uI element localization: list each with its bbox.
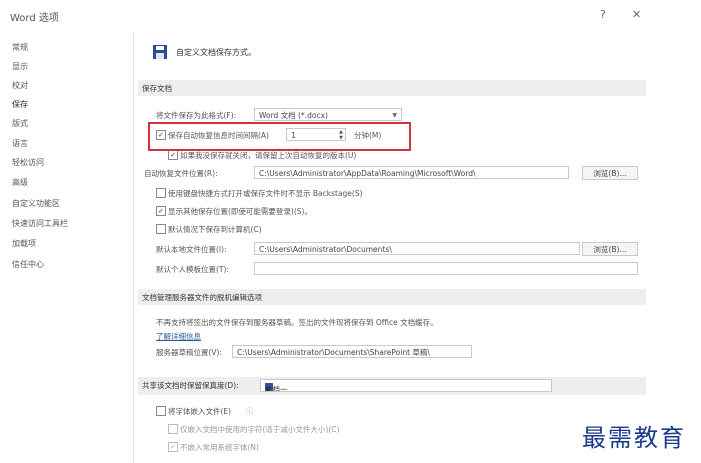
embed-fonts-row: 将字体嵌入文件(E) ⓘ [156, 404, 626, 418]
offline-description: 不再支持将签出的文件保存到服务器草稿。签出的文件现将保存到 Office 文档缓… [156, 318, 438, 327]
save-icon [152, 44, 168, 60]
section-title: 共享该文档时保留保真度(D): [142, 381, 239, 390]
highlight-box [148, 122, 411, 151]
no-common-fonts-label: 不嵌入常用系统字体(N) [180, 443, 259, 452]
learn-more-link[interactable]: 了解详细信息 [156, 331, 201, 342]
default-local-value: C:\Users\Administrator\Documents\ [259, 245, 392, 254]
sidebar-item-addins[interactable]: 加载项 [12, 238, 36, 249]
autorecover-path-row: 自动恢复文件位置(R): C:\Users\Administrator\AppD… [144, 166, 644, 180]
help-button[interactable]: ? [600, 8, 606, 21]
save-to-computer-row: 默认情况下保存到计算机(C) [156, 222, 626, 236]
keep-last-label: 如果我没保存就关闭，请保留上次自动恢复的版本(U) [180, 151, 357, 160]
no-common-fonts-row: ✓ 不嵌入常用系统字体(N) [168, 440, 628, 454]
personal-templates-row: 默认个人模板位置(T): [156, 262, 646, 276]
save-to-computer-label: 默认情况下保存到计算机(C) [168, 225, 262, 234]
default-local-label: 默认本地文件位置(I): [156, 245, 227, 254]
embed-used-chars-row: 仅嵌入文档中使用的字符(适于减小文件大小)(C) [168, 422, 628, 436]
watermark-text: 最需教育 [582, 424, 686, 452]
window-title: Word 选项 [10, 13, 59, 24]
info-icon: ⓘ [246, 407, 254, 416]
close-button[interactable]: ✕ [632, 8, 641, 21]
format-dropdown[interactable]: Word 文档 (*.docx) ▼ [254, 108, 402, 121]
sidebar-item-customize-ribbon[interactable]: 自定义功能区 [12, 198, 60, 209]
show-other-locations-label: 显示其他保存位置(即使可能需要登录)(S)。 [168, 207, 312, 216]
drafts-path-input[interactable]: C:\Users\Administrator\Documents\SharePo… [232, 345, 472, 358]
section-title: 保存文档 [142, 84, 172, 93]
drafts-label: 服务器草稿位置(V): [156, 348, 223, 357]
keyboard-backstage-checkbox[interactable] [156, 188, 166, 198]
keyboard-backstage-row: 使用键盘快捷方式打开或保存文件时不显示 Backstage(S) [156, 186, 626, 200]
format-value: Word 文档 (*.docx) [259, 111, 328, 120]
sidebar-item-trust-center[interactable]: 信任中心 [12, 259, 44, 270]
sidebar-item-accessibility[interactable]: 轻松访问 [12, 157, 44, 168]
no-common-fonts-checkbox[interactable]: ✓ [168, 442, 178, 452]
embed-fonts-label: 将字体嵌入文件(E) [168, 407, 232, 416]
save-options-panel: 自定义文档保存方式。 保存文档 将文件保存为此格式(F): Word 文档 (*… [134, 32, 650, 463]
sidebar-item-general[interactable]: 常规 [12, 42, 28, 53]
embed-used-chars-label: 仅嵌入文档中使用的字符(适于减小文件大小)(C) [180, 425, 340, 434]
sidebar-item-language[interactable]: 语言 [12, 138, 28, 149]
save-to-computer-checkbox[interactable] [156, 224, 166, 234]
page-heading: 自定义文档保存方式。 [176, 48, 256, 57]
format-row: 将文件保存为此格式(F): Word 文档 (*.docx) ▼ [156, 108, 636, 122]
personal-templates-input[interactable] [254, 262, 638, 275]
keep-last-checkbox[interactable]: ✓ [168, 150, 178, 160]
sidebar-item-save[interactable]: 保存 [12, 99, 28, 110]
format-label: 将文件保存为此格式(F): [156, 111, 237, 120]
default-local-input[interactable]: C:\Users\Administrator\Documents\ [254, 242, 580, 255]
sidebar-item-advanced[interactable]: 高级 [12, 177, 28, 188]
default-local-row: 默认本地文件位置(I): C:\Users\Administrator\Docu… [156, 242, 646, 256]
chevron-down-icon: ▼ [392, 112, 397, 119]
browse-default-local-button[interactable]: 浏览(B)... [582, 242, 638, 256]
keyboard-backstage-label: 使用键盘快捷方式打开或保存文件时不显示 Backstage(S) [168, 189, 363, 198]
sidebar-item-layout[interactable]: 版式 [12, 118, 28, 129]
autorecover-path-value: C:\Users\Administrator\AppData\Roaming\M… [259, 169, 476, 178]
show-other-locations-row: ✓ 显示其他保存位置(即使可能需要登录)(S)。 [156, 204, 626, 218]
personal-templates-label: 默认个人模板位置(T): [156, 265, 229, 274]
drafts-row: 服务器草稿位置(V): C:\Users\Administrator\Docum… [156, 345, 646, 359]
embed-used-chars-checkbox[interactable] [168, 424, 178, 434]
sidebar-item-quick-access[interactable]: 快速访问工具栏 [12, 218, 68, 229]
fidelity-section: 共享该文档时保留保真度(D): 文档一 ▼ [138, 377, 646, 395]
fidelity-document-dropdown[interactable]: 文档一 ▼ [260, 379, 552, 392]
sidebar-item-display[interactable]: 显示 [12, 61, 28, 72]
autorecover-path-label: 自动恢复文件位置(R): [144, 169, 218, 178]
embed-fonts-checkbox[interactable] [156, 406, 166, 416]
chevron-down-icon: ▼ [265, 385, 271, 392]
sidebar-nav: 常规 显示 校对 保存 版式 语言 轻松访问 高级 自定义功能区 快速访问工具栏… [0, 32, 133, 463]
sidebar-item-proofing[interactable]: 校对 [12, 80, 28, 91]
offline-section: 文档管理服务器文件的脱机编辑选项 [138, 289, 646, 305]
section-title: 文档管理服务器文件的脱机编辑选项 [142, 293, 262, 302]
autorecover-path-input[interactable]: C:\Users\Administrator\AppData\Roaming\M… [254, 166, 569, 179]
drafts-path-value: C:\Users\Administrator\Documents\SharePo… [237, 348, 430, 357]
save-docs-section: 保存文档 [138, 80, 646, 96]
show-other-locations-checkbox[interactable]: ✓ [156, 206, 166, 216]
browse-autorecover-button[interactable]: 浏览(B)... [582, 166, 638, 180]
